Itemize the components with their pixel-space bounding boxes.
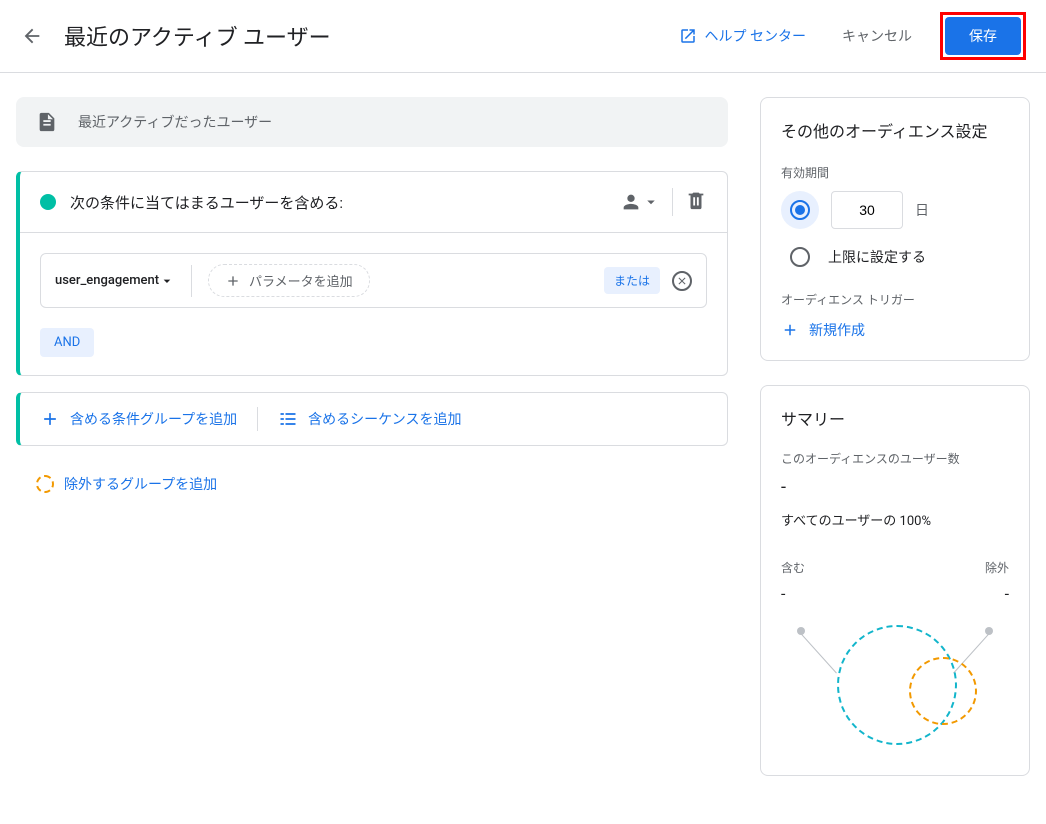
plus-icon [40, 409, 60, 429]
add-condition-group-button[interactable]: 含める条件グループを追加 [40, 409, 237, 429]
duration-max-label: 上限に設定する [828, 247, 926, 267]
arrow-back-icon [21, 25, 43, 47]
venn-diagram [781, 615, 1009, 755]
help-center-link[interactable]: ヘルプ センター [679, 26, 806, 46]
exclude-circle-icon [36, 475, 54, 493]
include-indicator-icon [40, 194, 56, 210]
duration-max-radio[interactable] [790, 247, 810, 267]
add-group-label: 含める条件グループを追加 [70, 409, 237, 429]
dropdown-icon [642, 193, 660, 211]
add-parameter-button[interactable]: パラメータを追加 [208, 264, 370, 297]
add-trigger-label: 新規作成 [809, 320, 865, 340]
summary-percent: すべてのユーザーの 100% [781, 510, 1009, 529]
add-sequence-label: 含めるシーケンスを追加 [308, 409, 461, 429]
help-center-label: ヘルプ センター [705, 26, 806, 46]
add-parameter-label: パラメータを追加 [249, 271, 353, 290]
summary-users-value: - [781, 477, 1009, 498]
summary-panel: サマリー このオーディエンスのユーザー数 - すべてのユーザーの 100% 含む… [760, 385, 1030, 776]
cancel-button[interactable]: キャンセル [830, 18, 924, 54]
exclude-value: - [1005, 584, 1009, 603]
page-title: 最近のアクティブ ユーザー [64, 20, 331, 52]
save-button[interactable]: 保存 [945, 17, 1021, 55]
summary-users-label: このオーディエンスのユーザー数 [781, 450, 1009, 467]
add-sequence-button[interactable]: 含めるシーケンスを追加 [278, 409, 461, 429]
divider [672, 188, 673, 216]
settings-panel: その他のオーディエンス設定 有効期間 日 上限に設定する オーディエンス トリガ… [760, 97, 1030, 361]
venn-line-left [799, 631, 837, 673]
divider [257, 407, 258, 431]
description-text: 最近アクティブだったユーザー [78, 112, 272, 132]
close-icon [676, 275, 688, 287]
duration-radio-halo [781, 191, 819, 229]
plus-icon [781, 321, 799, 339]
back-button[interactable] [20, 24, 44, 48]
or-button[interactable]: または [604, 267, 660, 294]
open-in-new-icon [679, 27, 697, 45]
include-value: - [781, 584, 785, 603]
include-condition-card: 次の条件に当てはまるユーザーを含める: user_engagement [16, 171, 728, 376]
divider [191, 265, 192, 297]
scope-selector[interactable] [620, 191, 660, 213]
exclude-label: 除外するグループを追加 [64, 474, 217, 494]
exclude-label: 除外 [985, 559, 1009, 576]
duration-label: 有効期間 [781, 164, 1009, 181]
trigger-label: オーディエンス トリガー [781, 291, 1009, 308]
sequence-icon [278, 409, 298, 429]
remove-condition-button[interactable] [672, 271, 692, 291]
delete-group-button[interactable] [685, 189, 707, 215]
condition-header: 次の条件に当てはまるユーザーを含める: [20, 172, 727, 233]
event-name: user_engagement [55, 273, 159, 288]
and-button[interactable]: AND [40, 328, 94, 357]
settings-title: その他のオーディエンス設定 [781, 118, 1009, 142]
description-icon [36, 111, 58, 133]
person-icon [620, 191, 642, 213]
trash-icon [685, 189, 707, 211]
event-selector[interactable]: user_engagement [55, 272, 175, 290]
description-bar[interactable]: 最近アクティブだったユーザー [16, 97, 728, 147]
condition-title: 次の条件に当てはまるユーザーを含める: [70, 192, 343, 213]
duration-days-radio[interactable] [790, 200, 810, 220]
header: 最近のアクティブ ユーザー ヘルプ センター キャンセル 保存 [0, 0, 1046, 73]
add-trigger-button[interactable]: 新規作成 [781, 320, 1009, 340]
add-actions-bar: 含める条件グループを追加 含めるシーケンスを追加 [16, 392, 728, 446]
add-exclude-group-button[interactable]: 除外するグループを追加 [36, 474, 728, 494]
save-highlight: 保存 [940, 12, 1026, 60]
duration-input[interactable] [831, 191, 903, 229]
summary-title: サマリー [781, 406, 1009, 430]
duration-unit: 日 [915, 200, 929, 220]
venn-exclude-circle [909, 657, 977, 725]
include-label: 含む [781, 559, 805, 576]
plus-icon [225, 273, 241, 289]
dropdown-icon [159, 272, 175, 290]
condition-row: user_engagement パラメータを追加 または [40, 253, 707, 308]
